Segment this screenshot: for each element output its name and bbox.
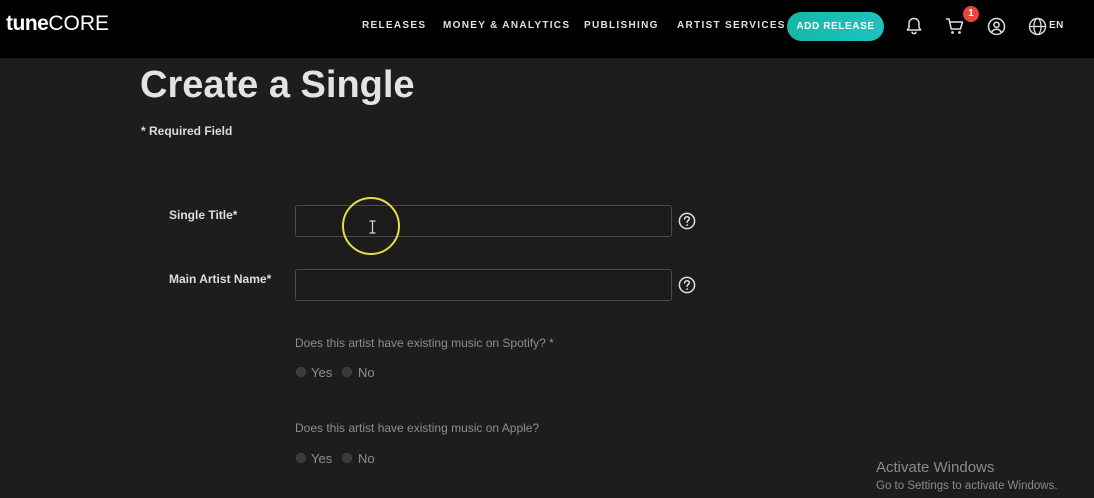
globe-icon[interactable] xyxy=(1028,17,1047,36)
logo-text-light: CORE xyxy=(48,12,110,35)
cart-icon[interactable] xyxy=(945,17,965,36)
single-title-input[interactable] xyxy=(295,205,672,237)
nav-releases[interactable]: RELEASES xyxy=(362,20,426,31)
add-release-button[interactable]: ADD RELEASE xyxy=(787,12,884,41)
apple-yes-radio[interactable] xyxy=(296,453,306,463)
apple-no-label: No xyxy=(358,451,375,466)
spotify-yes-radio[interactable] xyxy=(296,367,306,377)
apple-no-radio[interactable] xyxy=(342,453,352,463)
language-selector[interactable]: EN xyxy=(1049,20,1064,31)
spotify-yes-label: Yes xyxy=(311,365,333,380)
spotify-no-label: No xyxy=(358,365,375,380)
cart-count-badge: 1 xyxy=(963,6,979,22)
activate-windows-title: Activate Windows xyxy=(876,459,995,476)
bell-icon[interactable] xyxy=(904,16,924,36)
spotify-question: Does this artist have existing music on … xyxy=(295,336,554,350)
activate-windows-subtitle: Go to Settings to activate Windows. xyxy=(876,480,1058,492)
user-icon[interactable] xyxy=(987,17,1006,36)
top-navigation-bar: tuneCORE RELEASES MONEY & ANALYTICS PUBL… xyxy=(0,0,1094,58)
tunecore-logo[interactable]: tuneCORE xyxy=(6,12,109,36)
spotify-no-radio[interactable] xyxy=(342,367,352,377)
page-title: Create a Single xyxy=(140,64,415,106)
single-title-help-icon[interactable] xyxy=(678,212,696,230)
main-artist-name-input[interactable] xyxy=(295,269,672,301)
main-artist-help-icon[interactable] xyxy=(678,276,696,294)
single-title-label: Single Title* xyxy=(169,208,238,222)
main-artist-name-label: Main Artist Name* xyxy=(169,272,272,286)
apple-question: Does this artist have existing music on … xyxy=(295,421,540,435)
required-field-note: * Required Field xyxy=(141,124,233,138)
logo-text-bold: tune xyxy=(6,12,49,35)
nav-money-analytics[interactable]: MONEY & ANALYTICS xyxy=(443,20,570,31)
apple-yes-label: Yes xyxy=(311,451,333,466)
nav-publishing[interactable]: PUBLISHING xyxy=(584,20,659,31)
nav-artist-services[interactable]: ARTIST SERVICES xyxy=(677,20,786,31)
